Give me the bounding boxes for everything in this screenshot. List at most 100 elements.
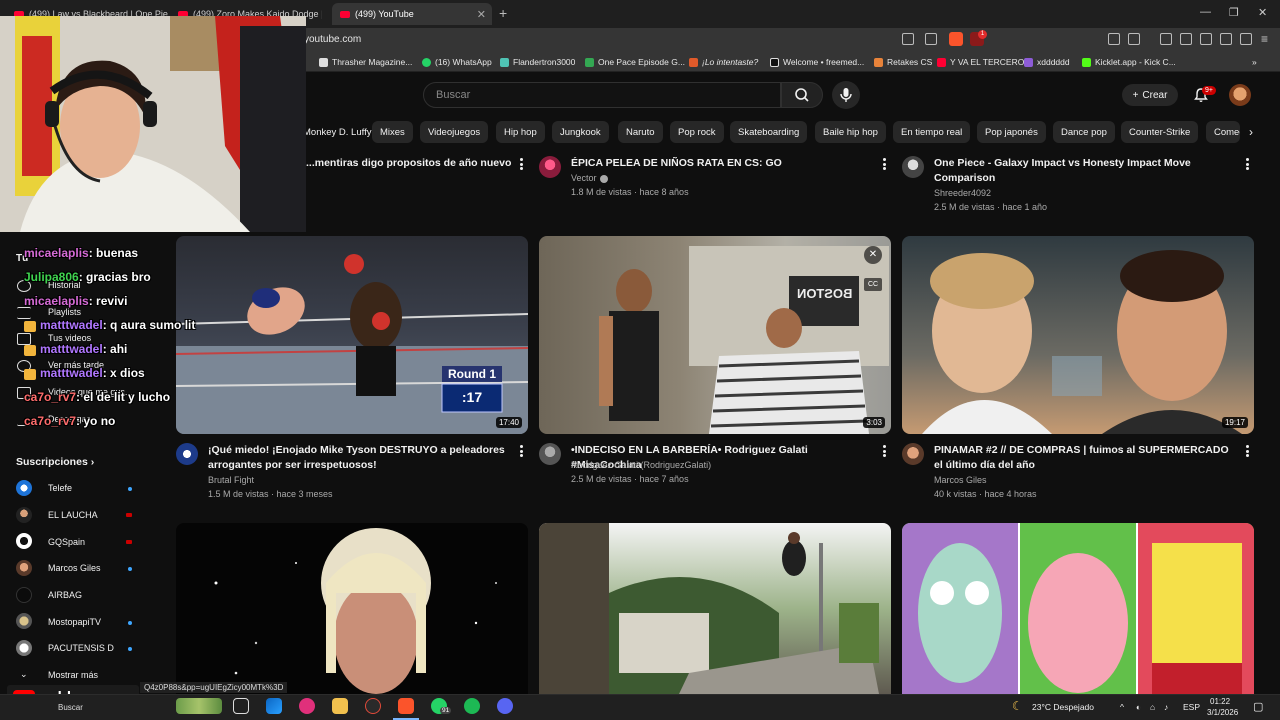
sub-item-gqspain[interactable]: GQSpain [48,537,85,547]
closed-captions-icon[interactable]: CC [864,278,882,291]
more-options-icon[interactable] [520,445,523,457]
video-title[interactable]: One Piece - Galaxy Impact vs Honesty Imp… [934,156,1234,186]
tray-expand-icon[interactable]: ^ [1120,702,1124,712]
new-tab-button[interactable]: + [499,5,507,21]
vpn-icon[interactable] [1240,33,1252,45]
screenshot-icon[interactable] [1128,33,1140,45]
search-input[interactable]: Buscar [423,82,781,108]
leo-ai-icon[interactable] [1220,33,1232,45]
clock-date[interactable]: 3/1/2026 [1207,708,1238,717]
video-thumbnail[interactable] [176,523,528,694]
chip[interactable]: Pop rock [670,121,724,143]
extensions-icon[interactable] [1108,33,1120,45]
video-thumbnail[interactable]: Round 1 :17 17:40 [176,236,528,434]
channel-name[interactable]: Rodriguez Galati (RodriguezGalati) [571,458,711,472]
network-icon[interactable]: ⌂ [1150,702,1155,712]
chip[interactable]: Pop japonés [977,121,1046,143]
video-title[interactable]: ...mentiras digo propositos de año nuevo… [306,156,511,171]
chip[interactable]: Comedia [1206,121,1240,143]
sub-item-mostopapitv[interactable]: MostopapiTV [48,617,101,627]
more-bookmarks-icon[interactable]: » [1252,57,1257,67]
more-options-icon[interactable] [883,158,886,170]
chip[interactable]: Skateboarding [730,121,808,143]
bookmark-kicklet[interactable]: Kicklet.app - Kick C... [1082,57,1176,67]
channel-name[interactable]: Marcos Giles [934,473,987,487]
mute-icon[interactable]: ✕ [864,246,882,264]
more-options-icon[interactable] [1246,445,1249,457]
screen-share-icon[interactable] [902,33,914,45]
video-title[interactable]: ¡Qué miedo! ¡Enojado Mike Tyson DESTRUYO… [208,443,508,473]
video-title[interactable]: PINAMAR #2 // DE COMPRAS | fuimos al SUP… [934,443,1234,473]
more-options-icon[interactable] [1246,158,1249,170]
chip[interactable]: Monkey D. Luffy [295,121,379,143]
channel-avatar[interactable] [176,443,198,465]
minimize-button[interactable]: — [1200,6,1211,18]
video-thumbnail[interactable]: BOSTON ✕ CC 3:03 [539,236,891,434]
chevron-right-icon[interactable]: › [1241,121,1261,143]
chip[interactable]: Mixes [372,121,413,143]
chip[interactable]: Hip hop [496,121,545,143]
spotify-icon[interactable] [464,698,480,714]
sidebar-item-playlists[interactable]: Playlists [48,307,81,317]
widgets-icon[interactable] [176,698,222,714]
video-thumbnail[interactable] [539,523,891,694]
steam-icon[interactable] [365,698,381,714]
discord-icon[interactable] [497,698,513,714]
chip[interactable]: Jungkook [552,121,609,143]
app-icon[interactable] [299,698,315,714]
weather-text[interactable]: 23°C Despejado [1032,702,1094,712]
share-icon[interactable] [925,33,937,45]
create-button[interactable]: + Crear [1122,84,1178,106]
video-title[interactable]: ÉPICA PELEA DE NIÑOS RATA EN CS: GO [571,156,871,171]
video-thumbnail[interactable]: 19:17 [902,236,1254,434]
more-options-icon[interactable] [520,158,523,170]
bookmark-xdddddd[interactable]: xdddddd [1024,57,1070,67]
brave-shields-icon[interactable] [949,32,963,46]
sub-item-airbag[interactable]: AIRBAG [48,590,82,600]
tray-app-icon[interactable]: ◐ [1136,702,1141,712]
sub-item-telefe[interactable]: Telefe [48,483,72,493]
chip[interactable]: Dance pop [1053,121,1115,143]
more-options-icon[interactable] [883,445,886,457]
channel-avatar[interactable] [902,443,924,465]
chip[interactable]: Counter-Strike [1121,121,1199,143]
channel-avatar[interactable] [539,156,561,178]
volume-icon[interactable]: ♪ [1164,702,1168,712]
chip[interactable]: Naruto [618,121,663,143]
browser-tab-active[interactable]: (499) YouTube ✕ [332,3,492,25]
media-icon[interactable] [1160,33,1172,45]
wallet-icon[interactable] [1200,33,1212,45]
url-field[interactable]: youtube.com [304,34,361,45]
channel-name[interactable]: Vector [571,171,608,185]
voice-search-button[interactable] [832,81,860,109]
brave-browser-icon[interactable] [398,698,414,714]
channel-name[interactable]: Brutal Fight [208,473,254,487]
file-explorer-icon[interactable] [332,698,348,714]
task-view-icon[interactable] [233,698,249,714]
sub-item-el-laucha[interactable]: EL LAUCHA [48,510,98,520]
notifications-icon[interactable]: ▢ [1253,700,1263,713]
subscriptions-header[interactable]: Suscripciones › [16,456,94,468]
channel-avatar[interactable] [902,156,924,178]
chip[interactable]: Baile hip hop [815,121,886,143]
sidebar-icon[interactable] [1180,33,1192,45]
account-avatar[interactable] [1229,84,1251,106]
bookmark-flandertron[interactable]: Flandertron3000 [500,57,575,67]
store-icon[interactable] [266,698,282,714]
bookmark-freemed[interactable]: Welcome • freemed... [770,57,864,67]
restore-button[interactable]: ❐ [1229,6,1239,19]
bookmark-lo-intentaste[interactable]: ¡Lo intentaste? [689,57,758,67]
bookmark-thrasher[interactable]: Thrasher Magazine... [319,57,412,67]
sub-item-marcos-giles[interactable]: Marcos Giles [48,563,101,573]
close-window-button[interactable]: ✕ [1258,6,1267,19]
bookmark-whatsapp[interactable]: (16) WhatsApp [422,57,492,67]
search-button[interactable] [781,82,823,108]
sub-item-pacutensis[interactable]: PACUTENSIS D [48,643,114,653]
menu-icon[interactable]: ≡ [1261,32,1268,46]
chip[interactable]: En tiempo real [893,121,971,143]
close-tab-icon[interactable]: ✕ [477,8,486,21]
language-indicator[interactable]: ESP [1183,702,1200,712]
show-more-button[interactable]: Mostrar más [48,670,98,680]
video-thumbnail[interactable] [902,523,1254,694]
taskbar-search[interactable]: Buscar [58,703,83,712]
